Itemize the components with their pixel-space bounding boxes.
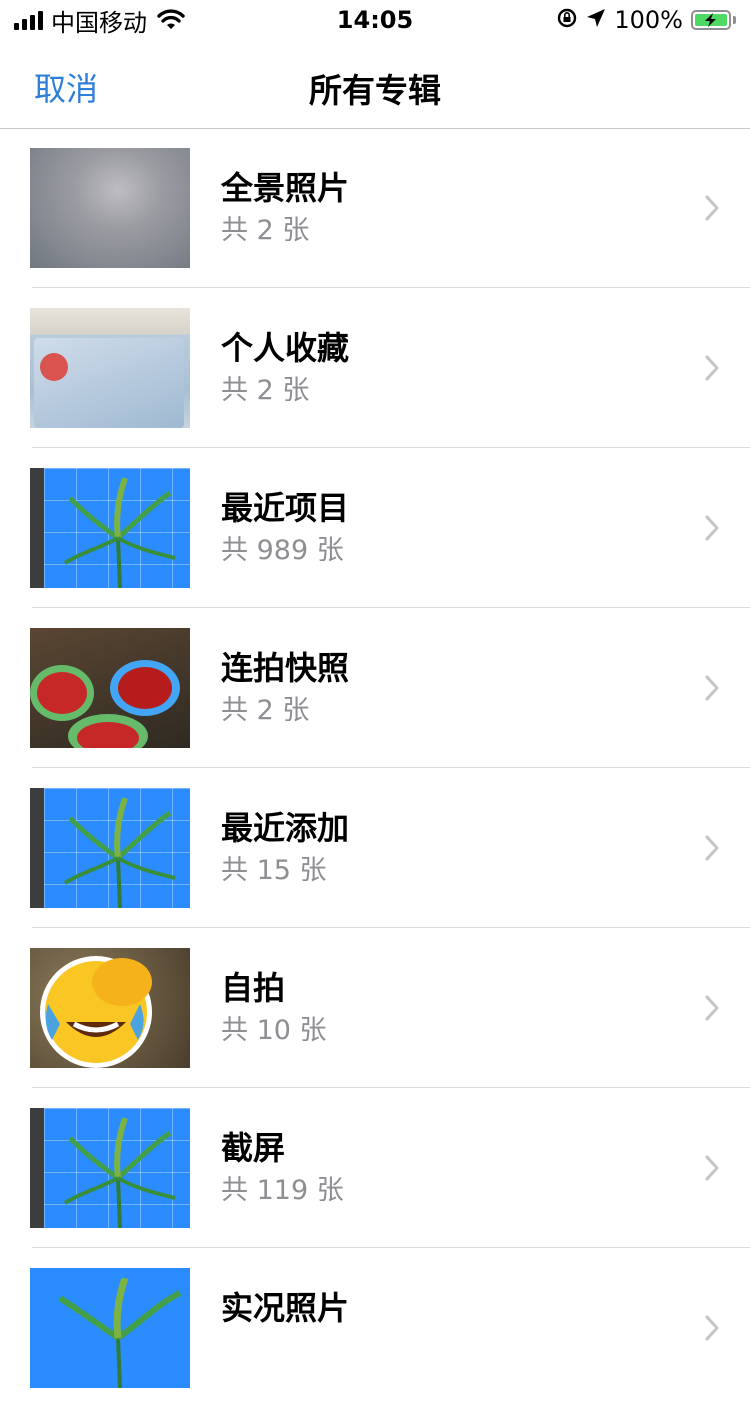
album-name: 最近添加 <box>221 809 350 847</box>
album-row[interactable]: 全景照片 共 2 张 <box>0 128 750 288</box>
album-count: 共 2 张 <box>221 215 310 246</box>
album-name: 最近项目 <box>221 489 350 527</box>
album-row[interactable]: 截屏 共 119 张 <box>0 1088 750 1248</box>
chevron-right-icon <box>705 195 719 221</box>
chevron-right-icon <box>705 835 719 861</box>
battery-cap <box>733 16 736 24</box>
album-name: 连拍快照 <box>221 649 350 687</box>
chevron-right-icon <box>705 675 719 701</box>
album-count: 共 15 张 <box>221 855 327 886</box>
album-row[interactable]: 最近添加 共 15 张 <box>0 768 750 928</box>
album-row[interactable]: 连拍快照 共 2 张 <box>0 608 750 768</box>
album-name: 截屏 <box>221 1129 286 1167</box>
album-name: 自拍 <box>221 969 286 1007</box>
album-thumbnail <box>30 948 190 1068</box>
orientation-lock-icon <box>556 7 578 33</box>
album-row[interactable]: 个人收藏 共 2 张 <box>0 288 750 448</box>
battery-icon <box>691 10 731 30</box>
album-count: 共 10 张 <box>221 1015 327 1046</box>
status-right: 100% <box>556 6 736 34</box>
album-thumbnail <box>30 468 190 588</box>
status-bar: 中国移动 14:05 100% <box>0 0 750 40</box>
album-thumbnail <box>30 788 190 908</box>
album-row[interactable]: 最近项目 共 989 张 <box>0 448 750 608</box>
album-name: 全景照片 <box>221 169 350 207</box>
chevron-right-icon <box>705 1155 719 1181</box>
album-thumbnail <box>30 628 190 748</box>
album-row[interactable]: 实况照片 <box>0 1248 750 1408</box>
album-thumbnail <box>30 148 190 268</box>
album-thumbnail <box>30 308 190 428</box>
chevron-right-icon <box>705 1315 719 1341</box>
chevron-right-icon <box>705 355 719 381</box>
battery-percent: 100% <box>614 6 683 34</box>
album-name: 个人收藏 <box>221 329 350 367</box>
chevron-right-icon <box>705 515 719 541</box>
album-row[interactable]: 自拍 共 10 张 <box>0 928 750 1088</box>
album-count: 共 119 张 <box>221 1175 344 1206</box>
navigation-bar: 取消 所有专辑 <box>0 40 750 129</box>
album-thumbnail <box>30 1268 190 1388</box>
album-list: 全景照片 共 2 张 个人收藏 共 2 张 最近项目 共 989 张 连拍快照 … <box>0 128 750 1408</box>
album-count: 共 2 张 <box>221 375 310 406</box>
album-count: 共 989 张 <box>221 535 344 566</box>
album-count: 共 2 张 <box>221 695 310 726</box>
album-thumbnail <box>30 1108 190 1228</box>
album-name: 实况照片 <box>221 1289 350 1327</box>
chevron-right-icon <box>705 995 719 1021</box>
location-arrow-icon <box>586 8 606 32</box>
page-title: 所有专辑 <box>309 71 441 110</box>
